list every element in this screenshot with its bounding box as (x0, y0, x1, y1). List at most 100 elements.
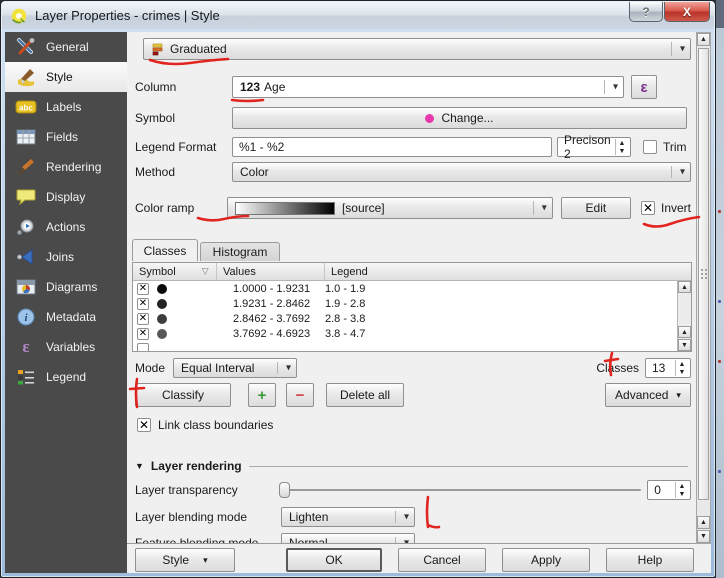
mode-combo[interactable]: Equal Interval (173, 358, 297, 378)
sidebar-item-general[interactable]: General (5, 32, 127, 62)
scroll-up-icon[interactable]: ▲ (697, 33, 710, 46)
gear-action-icon (15, 216, 37, 238)
class-visibility-checkbox[interactable] (137, 343, 149, 353)
method-label: Method (135, 165, 232, 179)
sidebar-item-variables[interactable]: ε Variables (5, 332, 127, 362)
class-row-4[interactable]: ✕ 3.7692 - 4.6923 3.8 - 4.7 (133, 326, 691, 341)
delete-all-label: Delete all (340, 388, 390, 402)
mode-label: Mode (135, 361, 165, 375)
edit-ramp-button[interactable]: Edit (561, 197, 631, 219)
advanced-button[interactable]: Advanced ▾ (605, 383, 691, 407)
slider-track[interactable] (279, 489, 641, 491)
legend-format-input[interactable]: %1 - %2 (232, 137, 552, 157)
style-scroll-viewport: Graduated Column 123 Age ε (127, 32, 696, 544)
class-visibility-checkbox[interactable]: ✕ (137, 328, 149, 340)
feature-blending-combo[interactable]: Normal (281, 533, 415, 544)
precision-spinner[interactable]: Precison 2 ▲▼ (557, 137, 631, 157)
layer-properties-dialog: Layer Properties - crimes | Style ? X Ge… (0, 0, 716, 578)
class-symbol-dot (157, 299, 167, 309)
scroll-up-icon[interactable]: ▲ (678, 326, 691, 338)
sidebar-item-rendering[interactable]: Rendering (5, 152, 127, 182)
sidebar-item-label: Display (46, 190, 85, 204)
add-class-button[interactable]: + (248, 383, 276, 407)
mode-value: Equal Interval (181, 361, 254, 375)
svg-text:abc: abc (19, 104, 33, 113)
trim-checkbox[interactable] (643, 140, 657, 154)
class-row-partial[interactable] (133, 341, 691, 352)
column-header-legend[interactable]: Legend (325, 263, 691, 280)
tab-classes-label: Classes (144, 244, 187, 258)
classes-spin-arrows[interactable]: ▲▼ (675, 360, 688, 376)
column-header-values[interactable]: Values (217, 263, 325, 280)
class-values: 2.8462 - 3.7692 (217, 313, 325, 325)
tab-histogram[interactable]: Histogram (200, 242, 280, 261)
column-header-symbol[interactable]: Symbol ▽ (133, 263, 217, 280)
class-visibility-checkbox[interactable]: ✕ (137, 313, 149, 325)
method-combo[interactable]: Color (232, 162, 691, 182)
titlebar[interactable]: Layer Properties - crimes | Style ? X (2, 2, 714, 29)
classes-count-label: Classes (596, 361, 639, 375)
classify-button[interactable]: Classify (135, 383, 231, 407)
sidebar-item-style[interactable]: Style (5, 62, 127, 92)
style-menu-button[interactable]: Style ▾ (135, 548, 235, 572)
layer-blending-combo[interactable]: Lighten (281, 507, 415, 527)
edit-ramp-label: Edit (586, 201, 607, 215)
transparency-spinner[interactable]: 0 ▲▼ (647, 480, 691, 500)
remove-class-button[interactable]: − (286, 383, 314, 407)
class-row-2[interactable]: ✕ 1.9231 - 2.8462 1.9 - 2.8 (133, 296, 691, 311)
legend-format-label: Legend Format (135, 140, 232, 154)
feature-blending-label: Feature blending mode (135, 536, 281, 544)
class-row-3[interactable]: ✕ 2.8462 - 3.7692 2.8 - 3.8 (133, 311, 691, 326)
scroll-up-icon[interactable]: ▲ (697, 516, 710, 529)
tab-classes[interactable]: Classes (132, 239, 198, 261)
sidebar-item-display[interactable]: Display (5, 182, 127, 212)
help-button[interactable]: Help (606, 548, 694, 572)
sidebar-item-labels[interactable]: abc Labels (5, 92, 127, 122)
renderer-type-combo[interactable]: Graduated (143, 38, 691, 60)
sidebar-item-label: Variables (46, 340, 95, 354)
column-combo[interactable]: 123 Age (232, 76, 624, 98)
table-icon (15, 126, 37, 148)
sidebar-item-fields[interactable]: Fields (5, 122, 127, 152)
sidebar-item-joins[interactable]: Joins (5, 242, 127, 272)
class-visibility-checkbox[interactable]: ✕ (137, 298, 149, 310)
ok-button[interactable]: OK (286, 548, 382, 572)
class-visibility-checkbox[interactable]: ✕ (137, 283, 149, 295)
sidebar-item-legend[interactable]: Legend (5, 362, 127, 392)
invert-checkbox[interactable]: ✕ (641, 201, 655, 215)
scroll-down-icon[interactable]: ▼ (678, 339, 691, 351)
scroll-up-icon[interactable]: ▲ (678, 281, 691, 293)
legend-icon (15, 366, 37, 388)
precision-spin-arrows[interactable]: ▲▼ (615, 139, 628, 155)
classes-count-spinner[interactable]: 13 ▲▼ (645, 358, 691, 378)
color-ramp-combo[interactable]: [source] (227, 197, 553, 219)
expression-builder-button[interactable]: ε (631, 75, 657, 99)
close-caption-button[interactable]: X (664, 2, 710, 22)
sidebar-item-actions[interactable]: Actions (5, 212, 127, 242)
page-vertical-scrollbar[interactable]: ▲ ▲ ▼ (696, 32, 711, 544)
cancel-button[interactable]: Cancel (398, 548, 486, 572)
color-ramp-gradient-swatch (235, 202, 335, 215)
sidebar-item-label: General (46, 40, 89, 54)
layer-transparency-slider[interactable] (279, 482, 641, 498)
scroll-down-icon[interactable]: ▼ (697, 530, 710, 543)
delete-all-button[interactable]: Delete all (326, 383, 404, 407)
transparency-spin-arrows[interactable]: ▲▼ (675, 482, 688, 498)
invert-label: Invert (661, 201, 691, 215)
symbol-change-button[interactable]: Change... (232, 107, 687, 129)
layer-rendering-header[interactable]: ▼ Layer rendering (135, 458, 688, 474)
layer-blending-label: Layer blending mode (135, 510, 281, 524)
slider-handle[interactable] (279, 482, 290, 498)
sidebar-item-diagrams[interactable]: Diagrams (5, 272, 127, 302)
apply-button[interactable]: Apply (502, 548, 590, 572)
layer-rendering-title: Layer rendering (151, 459, 242, 473)
help-caption-button[interactable]: ? (629, 2, 663, 22)
class-row-1[interactable]: ✕ 1.0000 - 1.9231 1.0 - 1.9 (133, 281, 691, 296)
transparency-value: 0 (654, 483, 661, 497)
class-symbol-dot (157, 329, 167, 339)
classes-table-scrollbar[interactable]: ▲ ▲ ▼ (677, 281, 691, 351)
sidebar-item-metadata[interactable]: i Metadata (5, 302, 127, 332)
link-class-boundaries-checkbox[interactable]: ✕ (137, 418, 151, 432)
scrollbar-thumb[interactable] (698, 48, 709, 500)
graduated-renderer-icon (151, 43, 164, 56)
